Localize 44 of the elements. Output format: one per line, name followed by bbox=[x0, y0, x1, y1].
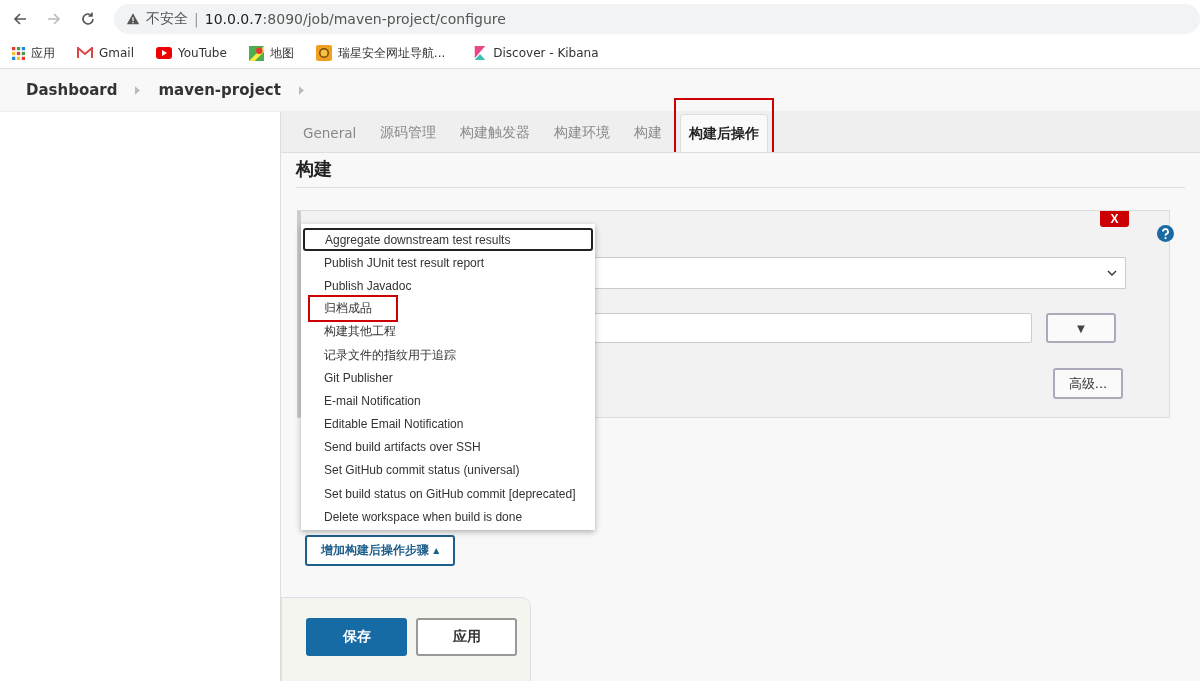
tab[interactable]: 构建后操作 bbox=[680, 114, 769, 152]
mail-icon bbox=[77, 47, 93, 59]
bookmark-item[interactable]: Gmail bbox=[77, 46, 134, 60]
bookmark-item[interactable]: 应用 bbox=[12, 44, 55, 62]
delete-button[interactable]: X bbox=[1100, 211, 1129, 227]
highlight-frame: 归档成品 bbox=[308, 295, 398, 323]
url-text: 10.0.0.7:8090/job/maven-project/configure bbox=[204, 11, 506, 27]
apply-button[interactable]: 应用 bbox=[416, 618, 517, 656]
menu-item[interactable]: Delete workspace when build is done bbox=[301, 505, 595, 529]
menu-item[interactable]: Set GitHub commit status (universal) bbox=[301, 458, 595, 483]
security-label: 不安全 bbox=[146, 10, 188, 28]
reload-icon[interactable] bbox=[80, 11, 96, 27]
menu-item[interactable]: Editable Email Notification bbox=[301, 412, 595, 436]
advanced-button[interactable]: 高级... bbox=[1053, 368, 1123, 399]
chevron-down-icon bbox=[1107, 270, 1117, 276]
breadcrumb-link[interactable]: Dashboard bbox=[26, 81, 118, 99]
menu-item[interactable]: 归档成品 bbox=[301, 297, 595, 321]
breadcrumb-link[interactable]: maven-project bbox=[158, 81, 281, 99]
menu-item[interactable]: E-mail Notification bbox=[301, 389, 595, 413]
menu-item[interactable]: Publish Javadoc bbox=[301, 274, 595, 298]
menu-item[interactable]: 记录文件的指纹用于追踪 bbox=[301, 343, 595, 367]
dropdown-button[interactable]: ▼ bbox=[1046, 313, 1116, 343]
bookmark-item[interactable]: Discover - Kibana bbox=[473, 45, 599, 61]
section-heading: 构建 bbox=[296, 157, 1185, 188]
menu-item[interactable]: Send build artifacts over SSH bbox=[301, 435, 595, 459]
separator: | bbox=[194, 11, 199, 27]
menu-item[interactable]: Aggregate downstream test results bbox=[303, 228, 593, 252]
map-pin-icon bbox=[248, 45, 264, 61]
bookmark-item[interactable]: 瑞星安全网址导航... bbox=[315, 44, 446, 62]
bookmark-item[interactable]: 地图 bbox=[248, 44, 294, 62]
menu-item[interactable]: 构建其他工程 bbox=[301, 320, 595, 344]
save-button[interactable]: 保存 bbox=[306, 618, 407, 656]
menu-item[interactable]: Publish JUnit test result report bbox=[301, 251, 595, 275]
bookmark-item[interactable]: YouTube bbox=[156, 46, 227, 60]
warning-icon bbox=[126, 12, 140, 26]
kibana-icon bbox=[473, 45, 488, 61]
add-step-button[interactable]: 增加构建后操作步骤 ▴ bbox=[305, 535, 456, 566]
address-bar[interactable]: 不安全 | 10.0.0.7:8090/job/maven-project/configure bbox=[114, 4, 1200, 34]
play-icon bbox=[156, 47, 172, 59]
back-icon[interactable] bbox=[12, 11, 28, 27]
menu-item[interactable]: Set build status on GitHub commit [deprecated] bbox=[301, 482, 595, 506]
apps-grid-icon bbox=[12, 46, 25, 60]
help-icon[interactable] bbox=[1157, 225, 1174, 242]
menu-item[interactable]: Git Publisher bbox=[301, 366, 595, 390]
